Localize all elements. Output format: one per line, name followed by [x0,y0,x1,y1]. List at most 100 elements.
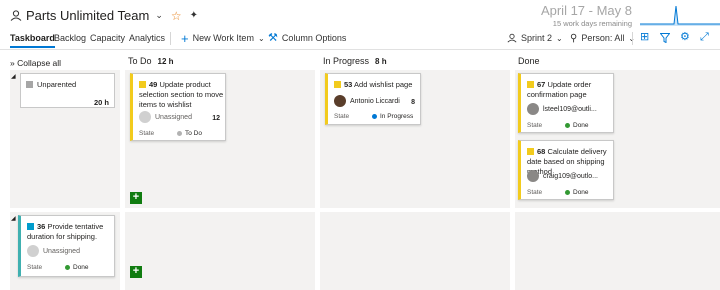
assignee-name: craig109@outlo... [543,172,598,180]
card-assignee[interactable]: Antonio Liccardi [334,95,400,107]
avatar [527,103,539,115]
column-hours-todo: 12 h [157,57,174,66]
remaining-work[interactable]: 8 [411,99,415,106]
state-label: State [139,130,155,137]
tab-analytics[interactable]: Analytics [129,33,165,43]
state-text: To Do [185,130,202,137]
state-value[interactable]: Done [565,189,589,196]
work-days-remaining: 15 work days remaining [552,19,632,28]
sprint-dates: April 17 - May 8 15 work days remaining [541,3,632,28]
tab-taskboard[interactable]: Taskboard [10,33,55,48]
collapse-icon: » [10,58,15,68]
new-work-item-label: New Work Item [192,33,254,43]
assignee-name: Unassigned [155,113,192,121]
chevron-down-icon: ⌄ [257,33,265,43]
task-icon [139,81,146,88]
sprint-selector[interactable]: Sprint 2 ⌄ [507,33,563,43]
column-title-inprogress: In Progress [323,56,370,66]
avatar [527,170,539,182]
assignee-name: Unassigned [43,247,80,255]
favorite-star-icon[interactable]: ☆ [171,9,182,23]
task-icon [527,81,534,88]
task-icon [527,148,534,155]
card-id: 68 [537,147,546,156]
avatar [334,95,346,107]
card-assignee[interactable]: craig109@outlo... [527,170,598,182]
column-options-label: Column Options [281,33,347,43]
state-text: Done [73,264,89,271]
state-dot [372,114,377,119]
backlog-item-icon [27,223,34,230]
state-value[interactable]: To Do [177,130,202,137]
sprint-label: Sprint 2 [521,33,553,43]
state-label: State [527,189,543,196]
card-id: 67 [537,80,546,89]
tab-backlog[interactable]: Backlog [54,33,86,43]
card-title-row: 49 Update product selection section to m… [139,80,225,110]
state-text: In Progress [380,113,414,120]
unparented-icon [26,81,33,88]
collapse-all-label: Collapse all [17,58,62,68]
remaining-work[interactable]: 12 [212,115,220,122]
column-options-button[interactable]: ⚒ Column Options [268,32,347,43]
state-value[interactable]: In Progress [372,113,413,120]
person-filter[interactable]: ⚲ Person: All ⌄ [570,33,635,43]
unparented-card[interactable]: Unparented 20 h [20,73,115,108]
state-text: Done [573,122,589,129]
card-title-row: 53 Add wishlist page [334,80,420,90]
card-assignee[interactable]: Unassigned [139,111,192,123]
add-task-button[interactable]: + [130,192,142,204]
task-card[interactable]: 49 Update product selection section to m… [130,73,226,141]
lane-inprogress [320,212,510,290]
team-selector[interactable]: Parts Unlimited Team ⌄ ☆ ✦ [10,8,198,23]
sprint-date-range: April 17 - May 8 [540,3,632,18]
state-dot [65,265,70,270]
sliders-icon: ⊞ [640,31,650,43]
burndown-sparkline[interactable] [640,0,720,26]
settings-sliders-button[interactable]: ⊞ [640,31,650,43]
assignee-name: Antonio Liccardi [350,97,400,105]
tab-capacity[interactable]: Capacity [90,33,125,43]
row-collapse-icon[interactable]: ◢ [11,215,16,222]
toolbar-divider [632,32,633,45]
add-task-button[interactable]: + [130,266,142,278]
parent-card[interactable]: 36 Provide tentative duration for shippi… [18,215,115,277]
column-header-inprogress: In Progress 8 h [323,56,387,66]
expand-icon: ⤢ [700,31,709,43]
fullscreen-button[interactable]: ⤢ [700,31,709,43]
lane-done [515,212,720,290]
state-dot [177,131,182,136]
filter-icon [660,33,670,43]
state-value[interactable]: Done [65,264,89,271]
toolbar: Taskboard Backlog Capacity Analytics + N… [0,28,720,50]
unparented-title-row: Unparented [26,80,76,89]
header: Parts Unlimited Team ⌄ ☆ ✦ April 17 - Ma… [0,0,720,28]
plus-icon: + [181,30,189,46]
state-label: State [527,122,543,129]
collapse-all-button[interactable]: » Collapse all [10,58,61,68]
gear-button[interactable]: ⚙ [680,32,690,43]
lane-todo [125,212,315,290]
column-header-done: Done [518,56,540,66]
new-work-item-button[interactable]: + New Work Item ⌄ [181,30,265,46]
people-icon [10,10,22,21]
avatar [27,245,39,257]
state-text: Done [573,189,589,196]
avatar [139,111,151,123]
unparented-title: Unparented [37,80,77,89]
card-assignee[interactable]: Unassigned [27,245,80,257]
task-card[interactable]: 53 Add wishlist page Antonio Liccardi 8 … [325,73,421,125]
person-icon: ⚲ [570,32,578,44]
row-collapse-icon[interactable]: ◢ [11,73,16,80]
state-value[interactable]: Done [565,122,589,129]
card-assignee[interactable]: lsteel109@outli... [527,103,597,115]
task-card[interactable]: 68 Calculate delivery date based on ship… [518,140,614,200]
filter-button[interactable] [660,33,670,43]
people-icon [507,33,517,43]
chevron-down-icon[interactable]: ⌄ [155,10,163,21]
unparented-hours: 20 h [93,98,109,107]
task-card[interactable]: 67 Update order confirmation page lsteel… [518,73,614,133]
assignee-name: lsteel109@outli... [543,105,597,113]
follow-icon[interactable]: ✦ [190,10,198,21]
state-label: State [27,264,43,271]
